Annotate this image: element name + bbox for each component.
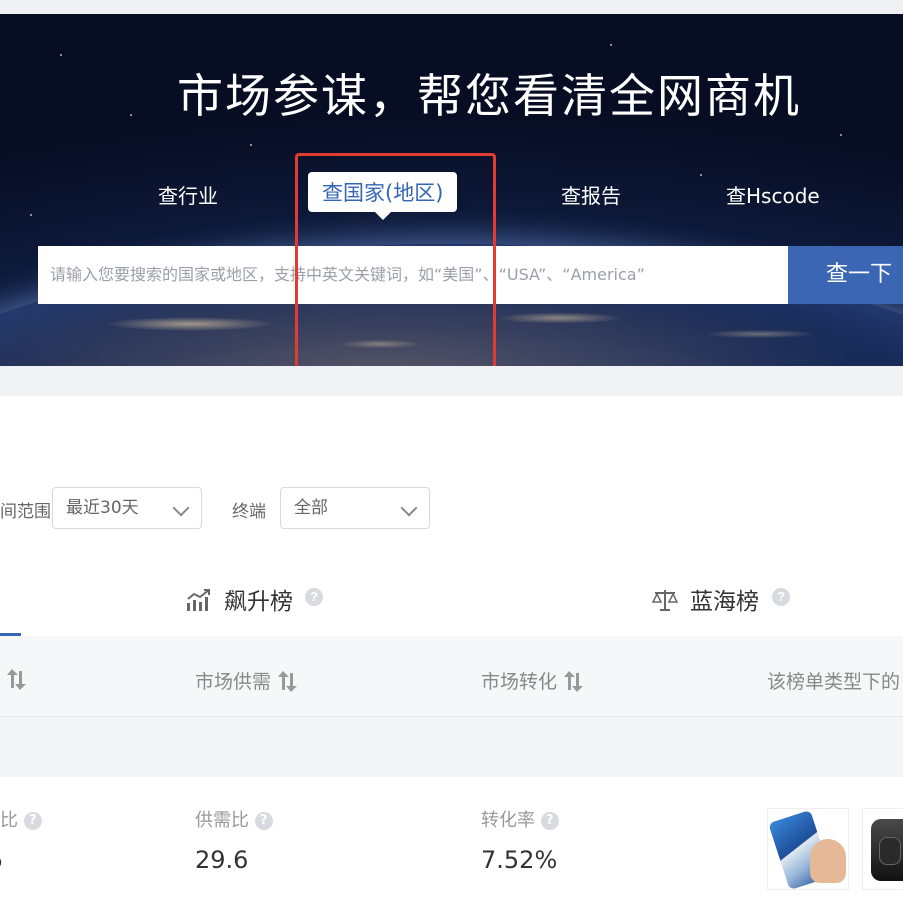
terminal-label: 终端 xyxy=(232,502,266,522)
help-icon[interactable]: ? xyxy=(772,588,790,606)
tab-blue-ocean-list[interactable]: 蓝海榜 xyxy=(690,582,759,616)
metric-label-ratio: 比 ? xyxy=(0,806,42,832)
chevron-down-icon xyxy=(400,499,418,517)
terminal-select[interactable]: 全部 xyxy=(280,487,430,529)
metric-label-supply-demand-ratio: 供需比 ? xyxy=(195,806,273,832)
balance-scale-icon xyxy=(652,590,678,611)
tab-hscode[interactable]: 查Hscode xyxy=(726,180,820,209)
product-thumbnail[interactable] xyxy=(767,808,849,890)
date-range-select[interactable]: 最近30天 xyxy=(52,487,202,529)
metric-value-supply-demand-ratio: 29.6 xyxy=(195,846,249,874)
help-icon[interactable]: ? xyxy=(254,812,273,830)
search-button[interactable]: 查一下 xyxy=(788,246,903,304)
column-header-conversion[interactable]: 市场转化 xyxy=(481,667,585,694)
top-strip xyxy=(0,0,903,14)
date-range-value: 最近30天 xyxy=(66,498,139,518)
section-divider xyxy=(0,366,903,396)
sort-icon[interactable] xyxy=(6,669,28,690)
column-header-supply-demand[interactable]: 市场供需 xyxy=(195,667,299,694)
annotation-highlight-box xyxy=(295,153,496,369)
hero-title: 市场参谋，帮您看清全网商机 xyxy=(177,69,801,123)
sort-icon[interactable] xyxy=(563,671,585,692)
tab-rising-list[interactable]: 飙升榜 xyxy=(224,582,293,616)
metric-label-conversion-rate: 转化率 ? xyxy=(481,806,559,832)
date-range-label: 间范围 xyxy=(0,502,51,522)
product-thumbnail[interactable] xyxy=(862,808,903,890)
column-header-list-type: 该榜单类型下的 xyxy=(767,671,901,693)
tab-industry[interactable]: 查行业 xyxy=(158,180,218,209)
help-icon[interactable]: ? xyxy=(305,588,323,606)
metric-value-partial: 5 xyxy=(0,846,3,874)
help-icon[interactable]: ? xyxy=(23,812,42,830)
tab-report[interactable]: 查报告 xyxy=(561,180,621,209)
earbuds-case-image xyxy=(871,819,903,881)
metric-value-conversion-rate: 7.52% xyxy=(481,846,558,874)
trending-chart-icon xyxy=(187,589,210,611)
table-row-spacer xyxy=(0,717,903,777)
sort-icon[interactable] xyxy=(277,671,299,692)
terminal-value: 全部 xyxy=(294,498,328,518)
chevron-down-icon xyxy=(172,499,190,517)
help-icon[interactable]: ? xyxy=(540,812,559,830)
